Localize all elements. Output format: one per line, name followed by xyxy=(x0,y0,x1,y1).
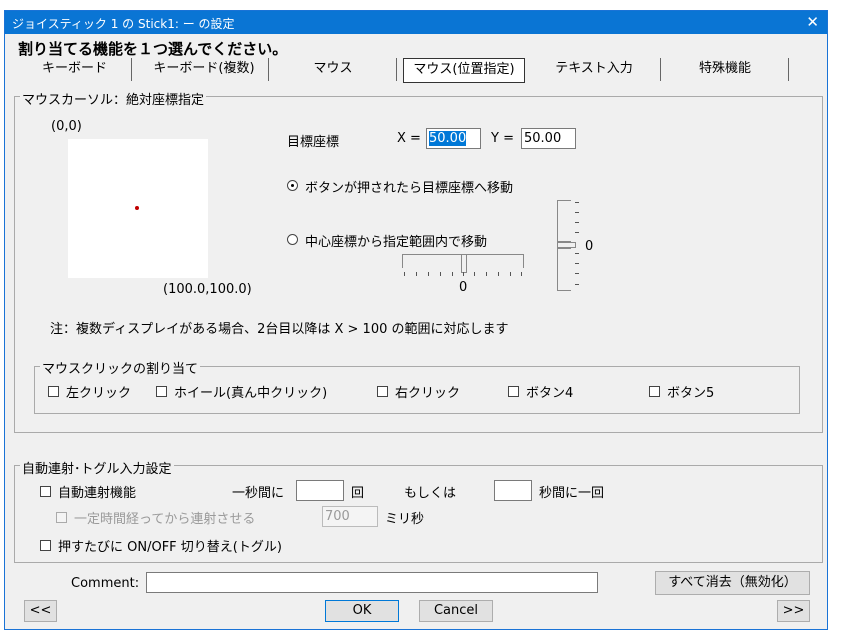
h-slider-thumb[interactable] xyxy=(461,254,467,273)
wheel-click-label: ホイール(真ん中クリック) xyxy=(174,386,328,401)
seconds-per-once-input[interactable] xyxy=(494,480,532,501)
left-click-label: 左クリック xyxy=(66,386,132,401)
h-tick xyxy=(486,272,487,276)
v-slider-value: 0 xyxy=(585,239,594,254)
ok-button[interactable]: OK xyxy=(325,600,399,622)
delay-checkbox[interactable] xyxy=(56,512,67,523)
radio-move-target-label: ボタンが押されたら目標座標へ移動 xyxy=(305,181,514,196)
toggle-checkbox[interactable] xyxy=(40,540,51,551)
v-slider-thumb[interactable] xyxy=(557,242,576,248)
v-tick xyxy=(575,253,579,254)
h-tick xyxy=(498,272,499,276)
h-tick xyxy=(416,272,417,276)
comment-input[interactable] xyxy=(146,572,598,593)
times-label: 回 xyxy=(351,486,365,501)
x-label: X = xyxy=(397,131,421,146)
comment-label: Comment: xyxy=(71,576,140,591)
v-tick xyxy=(575,212,579,213)
multi-display-note: 注：複数ディスプレイがある場合、2台目以降は X > 100 の範囲に対応します xyxy=(50,322,509,337)
delay-label: 一定時間経ってから連射させる xyxy=(74,512,256,527)
h-tick xyxy=(428,272,429,276)
tab-mouse[interactable]: マウス xyxy=(270,58,397,81)
radio-move-range-label: 中心座標から指定範囲内で移動 xyxy=(305,235,488,250)
or-label: もしくは xyxy=(404,486,457,501)
h-slider-value: 0 xyxy=(459,280,468,295)
target-coord-label: 目標座標 xyxy=(287,135,340,150)
right-click-label: 右クリック xyxy=(395,386,461,401)
radio-move-range[interactable] xyxy=(287,234,298,245)
h-tick xyxy=(463,272,464,276)
prev-button[interactable]: << xyxy=(24,600,57,622)
rapid-fire-checkbox[interactable] xyxy=(40,486,51,497)
v-slider-track-top xyxy=(557,200,571,242)
page-heading: 割り当てる機能を１つ選んでください。 xyxy=(18,40,288,58)
v-tick xyxy=(575,222,579,223)
close-icon[interactable]: ✕ xyxy=(806,13,819,31)
h-slider-track-left xyxy=(402,254,462,268)
radio-move-target[interactable] xyxy=(287,180,298,191)
h-tick xyxy=(521,272,522,276)
button4-checkbox[interactable] xyxy=(508,386,519,397)
range-v-slider[interactable] xyxy=(555,198,585,292)
v-tick xyxy=(575,202,579,203)
tab-keyboard-multi[interactable]: キーボード(複数) xyxy=(140,58,269,81)
v-slider-track-bottom xyxy=(557,248,571,291)
ms-label: ミリ秒 xyxy=(385,512,425,527)
tab-keyboard[interactable]: キーボード xyxy=(18,58,132,81)
h-slider-track-right xyxy=(466,254,524,268)
per-second-label: 一秒間に xyxy=(232,486,285,501)
button4-label: ボタン4 xyxy=(526,386,574,401)
v-tick xyxy=(575,263,579,264)
screen-preview[interactable] xyxy=(68,139,208,278)
clear-all-button[interactable]: すべて消去（無効化） xyxy=(655,571,810,595)
tab-text-input[interactable]: テキスト入力 xyxy=(528,58,661,81)
h-tick xyxy=(452,272,453,276)
h-tick xyxy=(440,272,441,276)
mouse-click-label: マウスクリックの割り当て xyxy=(40,358,201,377)
y-label: Y = xyxy=(491,131,514,146)
right-click-checkbox[interactable] xyxy=(377,386,388,397)
v-tick xyxy=(575,273,579,274)
h-tick xyxy=(404,272,405,276)
range-h-slider[interactable] xyxy=(400,252,524,282)
button5-checkbox[interactable] xyxy=(649,386,660,397)
v-tick xyxy=(575,284,579,285)
toggle-label: 押すたびに ON/OFF 切り替え(トグル) xyxy=(58,540,282,555)
left-click-checkbox[interactable] xyxy=(48,386,59,397)
h-tick xyxy=(510,272,511,276)
rapid-fire-label: 自動連射機能 xyxy=(58,486,137,501)
auto-toggle-label: 自動連射･トグル入力設定 xyxy=(20,458,174,477)
origin-label: (0,0) xyxy=(51,119,82,134)
x-input[interactable]: 50.00 xyxy=(426,128,481,149)
wheel-click-checkbox[interactable] xyxy=(156,386,167,397)
cursor-target-dot xyxy=(135,206,139,210)
button5-label: ボタン5 xyxy=(667,386,715,401)
times-per-second-input[interactable] xyxy=(296,480,344,501)
cancel-button[interactable]: Cancel xyxy=(419,600,493,622)
title-bar: ジョイスティック 1 の Stick1: ー の設定 ✕ xyxy=(5,11,827,34)
h-tick xyxy=(474,272,475,276)
delay-ms-input[interactable]: 700 xyxy=(322,506,378,527)
tab-mouse-position[interactable]: マウス(位置指定) xyxy=(403,58,525,83)
next-button[interactable]: >> xyxy=(777,600,810,622)
tab-special[interactable]: 特殊機能 xyxy=(662,58,789,81)
absolute-position-label: マウスカーソル：絶対座標指定 xyxy=(20,89,207,108)
v-tick xyxy=(575,232,579,233)
max-coord-label: (100.0,100.0) xyxy=(163,282,252,297)
seconds-per-once-label: 秒間に一回 xyxy=(539,486,605,501)
window-title: ジョイスティック 1 の Stick1: ー の設定 xyxy=(12,17,235,31)
x-input-value: 50.00 xyxy=(429,131,467,146)
y-input[interactable]: 50.00 xyxy=(521,128,576,149)
